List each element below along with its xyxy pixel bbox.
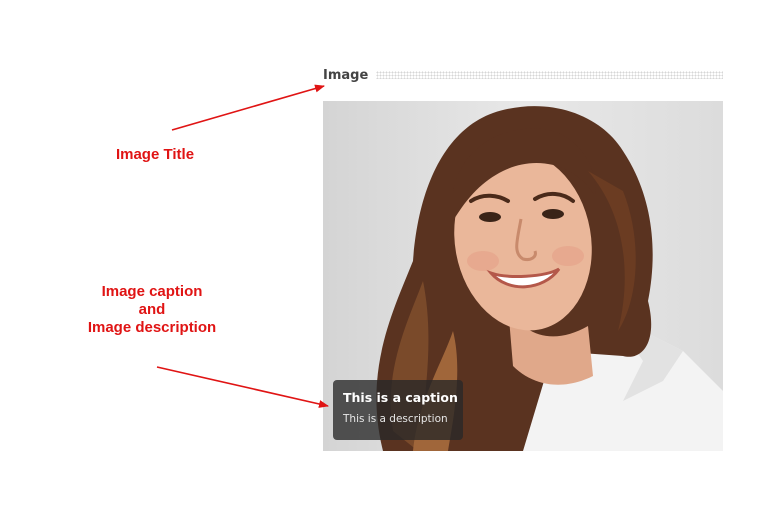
annotation-caption-line2: and: [138, 301, 166, 318]
widget-title: Image: [323, 67, 369, 83]
widget-header: Image: [323, 66, 723, 84]
caption-overlay: This is a caption This is a description: [333, 380, 463, 440]
annotation-image-title: Image Title: [115, 146, 195, 163]
image-caption: This is a caption: [343, 390, 458, 405]
arrow-to-caption: [156, 366, 329, 408]
image-description: This is a description: [343, 413, 448, 425]
arrow-to-title: [171, 84, 325, 131]
title-divider: [376, 71, 723, 79]
annotation-image-caption: Image caption and Image description: [72, 283, 232, 337]
annotation-caption-line3: Image description: [87, 319, 217, 336]
annotation-caption-line1: Image caption: [101, 283, 203, 300]
